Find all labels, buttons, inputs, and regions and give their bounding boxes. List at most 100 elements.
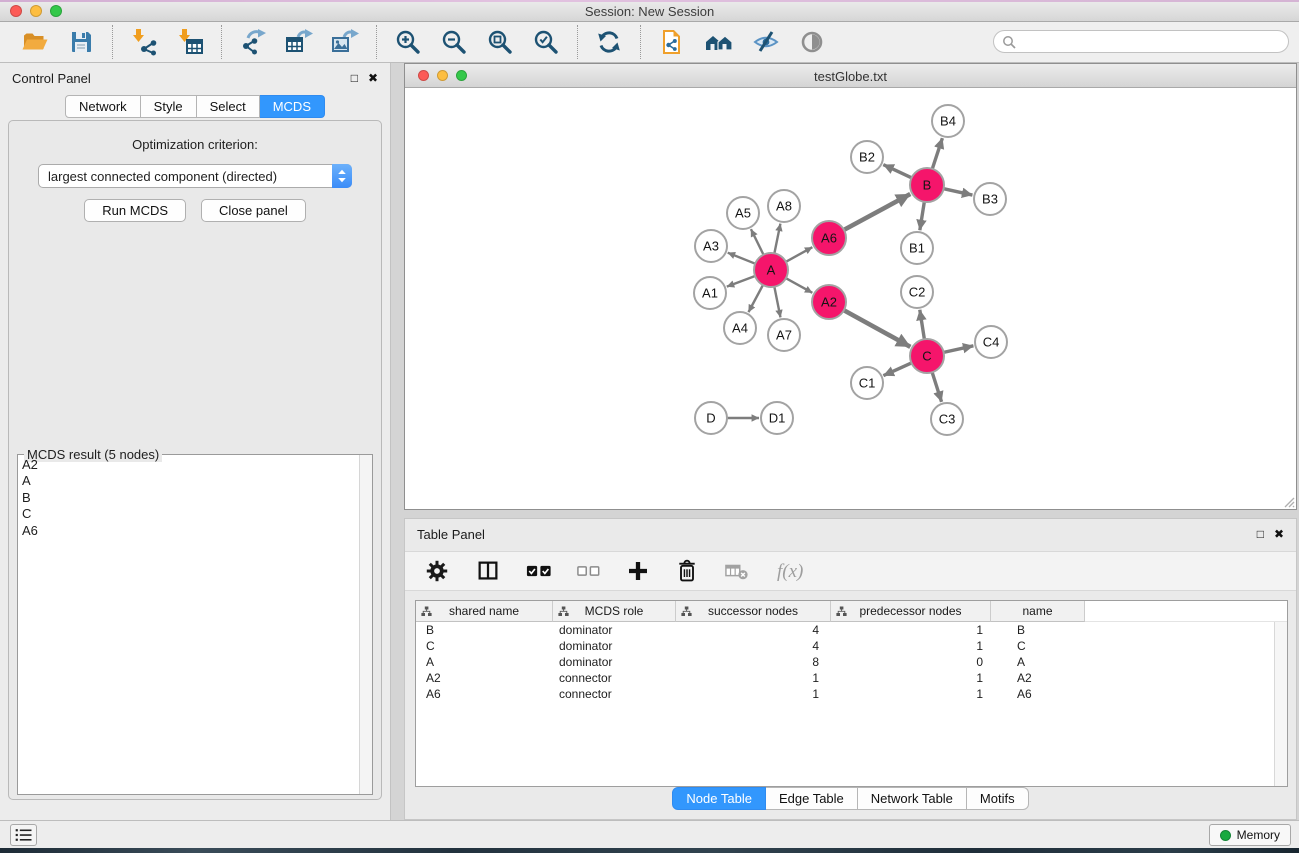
close-table-panel-icon[interactable]: ✖	[1274, 527, 1284, 541]
app-titlebar: Session: New Session	[0, 0, 1299, 22]
control-panel-title: Control Panel	[12, 71, 351, 86]
tab-motifs[interactable]: Motifs	[967, 787, 1029, 810]
graph-edge-B-B4[interactable]	[932, 138, 942, 169]
zoom-in-icon	[394, 28, 422, 56]
app-title: Session: New Session	[0, 4, 1299, 19]
mcds-result-item[interactable]: A2	[18, 457, 359, 473]
float-table-panel-icon[interactable]: □	[1257, 527, 1264, 541]
criterion-dropdown[interactable]: largest connected component (directed)	[38, 164, 352, 188]
add-column-button[interactable]	[624, 557, 652, 585]
tab-style[interactable]: Style	[141, 95, 197, 118]
mcds-result-item[interactable]: B	[18, 490, 359, 506]
network-window-title: testGlobe.txt	[405, 69, 1296, 84]
graph-node-label: A6	[821, 231, 837, 246]
table-settings-button[interactable]	[422, 556, 452, 586]
table-row[interactable]: A2connector11A2	[416, 670, 1287, 686]
graph-edge-C-C1[interactable]	[883, 363, 911, 376]
delete-columns-button[interactable]	[673, 556, 701, 586]
graph-edge-A2-C[interactable]	[844, 310, 910, 347]
column-header-MCDS-role[interactable]: MCDS role	[553, 601, 676, 622]
task-history-button[interactable]	[10, 824, 37, 846]
mcds-list-scrollbar[interactable]	[359, 455, 372, 794]
deselect-all-columns-button[interactable]	[575, 563, 603, 579]
tab-network-table[interactable]: Network Table	[858, 787, 967, 810]
cell-MCDS-role: dominator	[553, 622, 676, 638]
tab-select[interactable]: Select	[197, 95, 260, 118]
tab-mcds[interactable]: MCDS	[260, 95, 325, 118]
cell-successor-nodes: 8	[676, 654, 831, 670]
graph-edge-A-A2[interactable]	[786, 278, 812, 293]
graph-edge-A-A3[interactable]	[728, 253, 756, 264]
hide-details-button[interactable]	[750, 26, 782, 58]
tab-network[interactable]: Network	[65, 95, 141, 118]
open-session-file-button[interactable]	[656, 26, 688, 58]
tab-node-table[interactable]: Node Table	[672, 787, 766, 810]
export-network-button[interactable]	[237, 26, 269, 58]
import-table-button[interactable]	[174, 26, 206, 58]
column-header-name[interactable]: name	[991, 601, 1085, 622]
memory-button[interactable]: Memory	[1209, 824, 1291, 846]
control-panel: Control Panel □ ✖ NetworkStyleSelectMCDS…	[0, 63, 391, 820]
close-panel-button[interactable]: Close panel	[201, 199, 306, 222]
zoom-fit-icon	[486, 28, 514, 56]
graph-node-label: C4	[983, 335, 1000, 350]
graph-edge-A6-B[interactable]	[844, 194, 910, 230]
select-all-columns-button[interactable]	[524, 562, 554, 580]
show-column-button[interactable]	[473, 556, 503, 586]
tab-edge-table[interactable]: Edge Table	[766, 787, 858, 810]
graph-edge-A-A1[interactable]	[727, 276, 755, 287]
home-button[interactable]	[702, 26, 736, 58]
zoom-selected-button[interactable]	[530, 26, 562, 58]
zoom-out-icon	[440, 28, 468, 56]
zoom-in-button[interactable]	[392, 26, 424, 58]
graph-edge-A-A8[interactable]	[774, 224, 780, 254]
graph-edge-B-B3[interactable]	[944, 189, 973, 195]
table-toolbar: f(x)	[405, 551, 1296, 591]
apply-layout-button[interactable]	[593, 26, 625, 58]
graph-edge-A-A4[interactable]	[748, 285, 763, 312]
graph-edge-C-C3[interactable]	[932, 372, 941, 402]
mcds-result-item[interactable]: A6	[18, 523, 359, 539]
graph-edge-C-C4[interactable]	[944, 346, 974, 353]
save-session-button[interactable]	[65, 26, 97, 58]
table-row[interactable]: Bdominator41B	[416, 622, 1287, 638]
optimization-label: Optimization criterion:	[9, 121, 381, 152]
graph-edge-A-A7[interactable]	[774, 287, 780, 318]
table-row[interactable]: A6connector11A6	[416, 686, 1287, 702]
open-file-button[interactable]	[19, 26, 51, 58]
search-input[interactable]	[1021, 34, 1280, 49]
delete-table-button[interactable]	[722, 557, 752, 585]
import-network-button[interactable]	[128, 26, 160, 58]
run-mcds-button[interactable]: Run MCDS	[84, 199, 186, 222]
table-row[interactable]: Cdominator41C	[416, 638, 1287, 654]
column-header-shared-name[interactable]: shared name	[416, 601, 553, 622]
zoom-fit-button[interactable]	[484, 26, 516, 58]
export-table-button[interactable]	[283, 26, 315, 58]
graph-edge-A-A6[interactable]	[786, 247, 812, 262]
table-scrollbar[interactable]	[1274, 622, 1287, 786]
close-panel-icon[interactable]: ✖	[368, 71, 378, 85]
mcds-result-item[interactable]: A	[18, 473, 359, 489]
export-image-button[interactable]	[329, 26, 361, 58]
zoom-out-button[interactable]	[438, 26, 470, 58]
show-details-button[interactable]	[796, 26, 828, 58]
graph-edge-A-A5[interactable]	[751, 229, 764, 255]
cell-shared-name: A6	[416, 686, 553, 702]
float-panel-icon[interactable]: □	[351, 71, 358, 85]
cell-name: B	[991, 622, 1085, 638]
column-header-successor-nodes[interactable]: successor nodes	[676, 601, 831, 622]
graph-edge-C-C2[interactable]	[920, 310, 925, 339]
graph-edge-B-B1[interactable]	[920, 202, 925, 230]
import-table-icon	[176, 28, 204, 56]
function-builder-button[interactable]: f(x)	[773, 557, 813, 585]
graph-edge-B-B2[interactable]	[883, 165, 911, 178]
attribute-icon	[421, 606, 432, 617]
network-canvas[interactable]: AA1A2A3A4A5A6A7A8BB1B2B3B4CC1C2C3C4DD1	[405, 89, 1296, 509]
graph-node-label: A2	[821, 295, 837, 310]
resize-grip-icon[interactable]	[1281, 494, 1295, 508]
mcds-result-item[interactable]: C	[18, 506, 359, 522]
table-row[interactable]: Adominator80A	[416, 654, 1287, 670]
graph-node-label: B3	[982, 192, 998, 207]
column-header-predecessor-nodes[interactable]: predecessor nodes	[831, 601, 991, 622]
graph-node-label: A7	[776, 328, 792, 343]
